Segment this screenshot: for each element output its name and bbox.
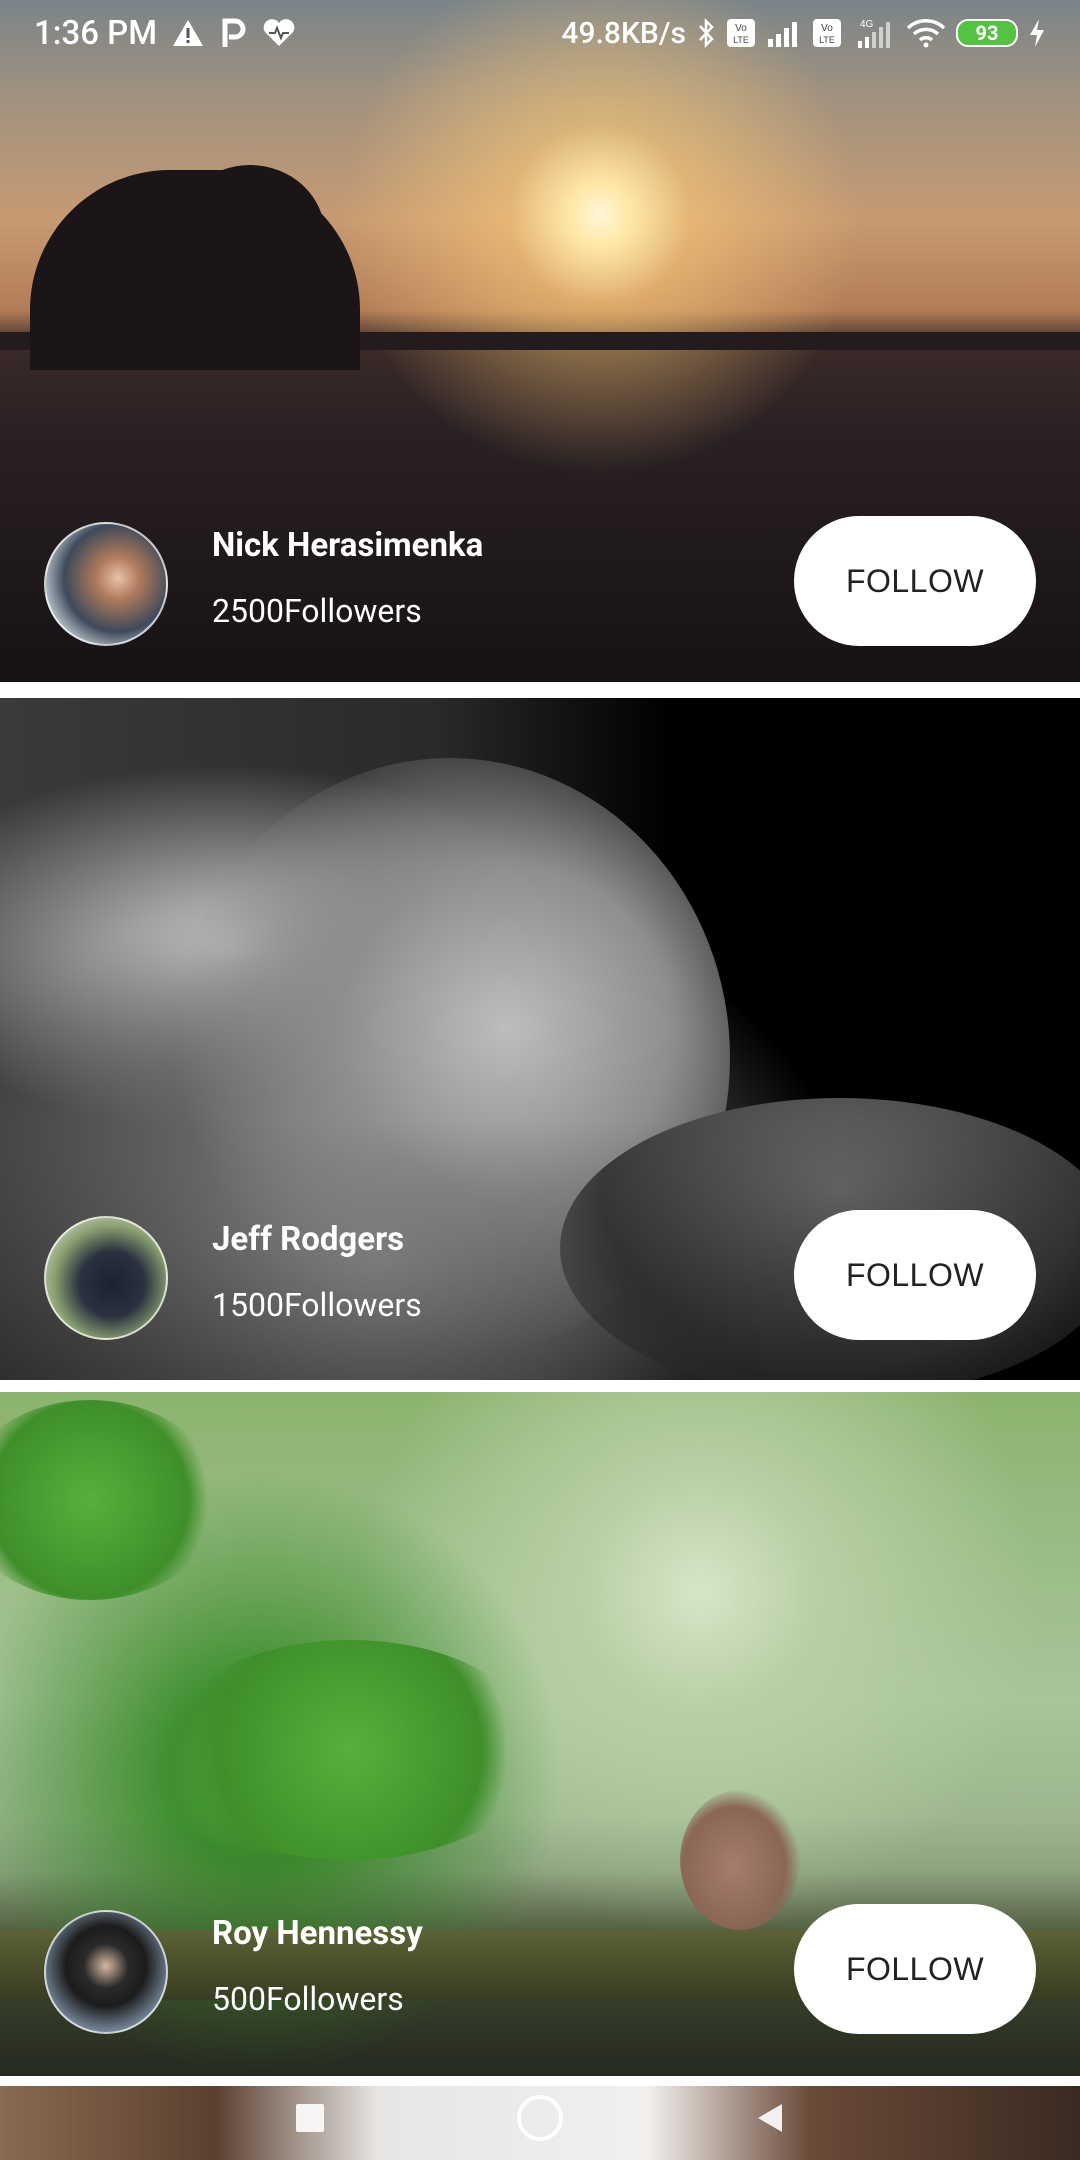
svg-text:Vo: Vo bbox=[735, 23, 747, 34]
status-bar-right: 49.8KB/s Vo LTE Vo LTE 4G 93 bbox=[561, 16, 1046, 51]
battery-indicator: 93 bbox=[956, 19, 1018, 47]
follower-count: 500Followers bbox=[212, 1980, 404, 2018]
svg-text:Vo: Vo bbox=[821, 23, 833, 34]
warning-icon bbox=[171, 18, 205, 48]
back-icon bbox=[758, 2104, 782, 2132]
status-bar-left: 1:36 PM bbox=[34, 14, 297, 53]
follow-button[interactable]: FOLLOW bbox=[794, 1210, 1036, 1340]
back-button[interactable] bbox=[740, 2088, 800, 2148]
clock: 1:36 PM bbox=[34, 13, 158, 53]
signal-icon bbox=[766, 19, 802, 47]
recents-button[interactable] bbox=[280, 2088, 340, 2148]
avatar[interactable] bbox=[44, 1910, 168, 2034]
recents-icon bbox=[296, 2104, 324, 2132]
home-button[interactable] bbox=[510, 2088, 570, 2148]
volte-icon: Vo LTE bbox=[726, 18, 756, 48]
bluetooth-icon bbox=[696, 17, 716, 49]
follower-count: 1500Followers bbox=[212, 1286, 422, 1324]
svg-text:LTE: LTE bbox=[733, 35, 749, 45]
avatar[interactable] bbox=[44, 1216, 168, 1340]
leaves-shape bbox=[160, 1640, 540, 1860]
navigation-bar bbox=[0, 2076, 1080, 2160]
charging-icon bbox=[1028, 18, 1046, 48]
follower-count: 2500Followers bbox=[212, 592, 422, 630]
volte-icon: Vo LTE bbox=[812, 18, 842, 48]
heart-icon bbox=[261, 18, 297, 48]
follow-button[interactable]: FOLLOW bbox=[794, 1904, 1036, 2034]
user-name: Roy Hennessy bbox=[212, 1914, 423, 1953]
head-silhouette bbox=[175, 165, 325, 305]
bird-shape bbox=[680, 1790, 800, 1930]
network-speed: 49.8KB/s bbox=[561, 15, 686, 51]
wifi-icon bbox=[906, 18, 946, 48]
avatar[interactable] bbox=[44, 522, 168, 646]
user-name: Nick Herasimenka bbox=[212, 526, 484, 565]
svg-text:LTE: LTE bbox=[819, 35, 835, 45]
status-bar: 1:36 PM 49.8KB/s Vo LTE Vo LTE 4G 93 bbox=[0, 0, 1080, 66]
parking-icon bbox=[219, 17, 247, 49]
svg-text:4G: 4G bbox=[860, 19, 874, 30]
home-icon bbox=[517, 2095, 563, 2141]
4g-signal-icon: 4G bbox=[852, 17, 896, 49]
follow-button[interactable]: FOLLOW bbox=[794, 516, 1036, 646]
user-name: Jeff Rodgers bbox=[212, 1220, 405, 1259]
